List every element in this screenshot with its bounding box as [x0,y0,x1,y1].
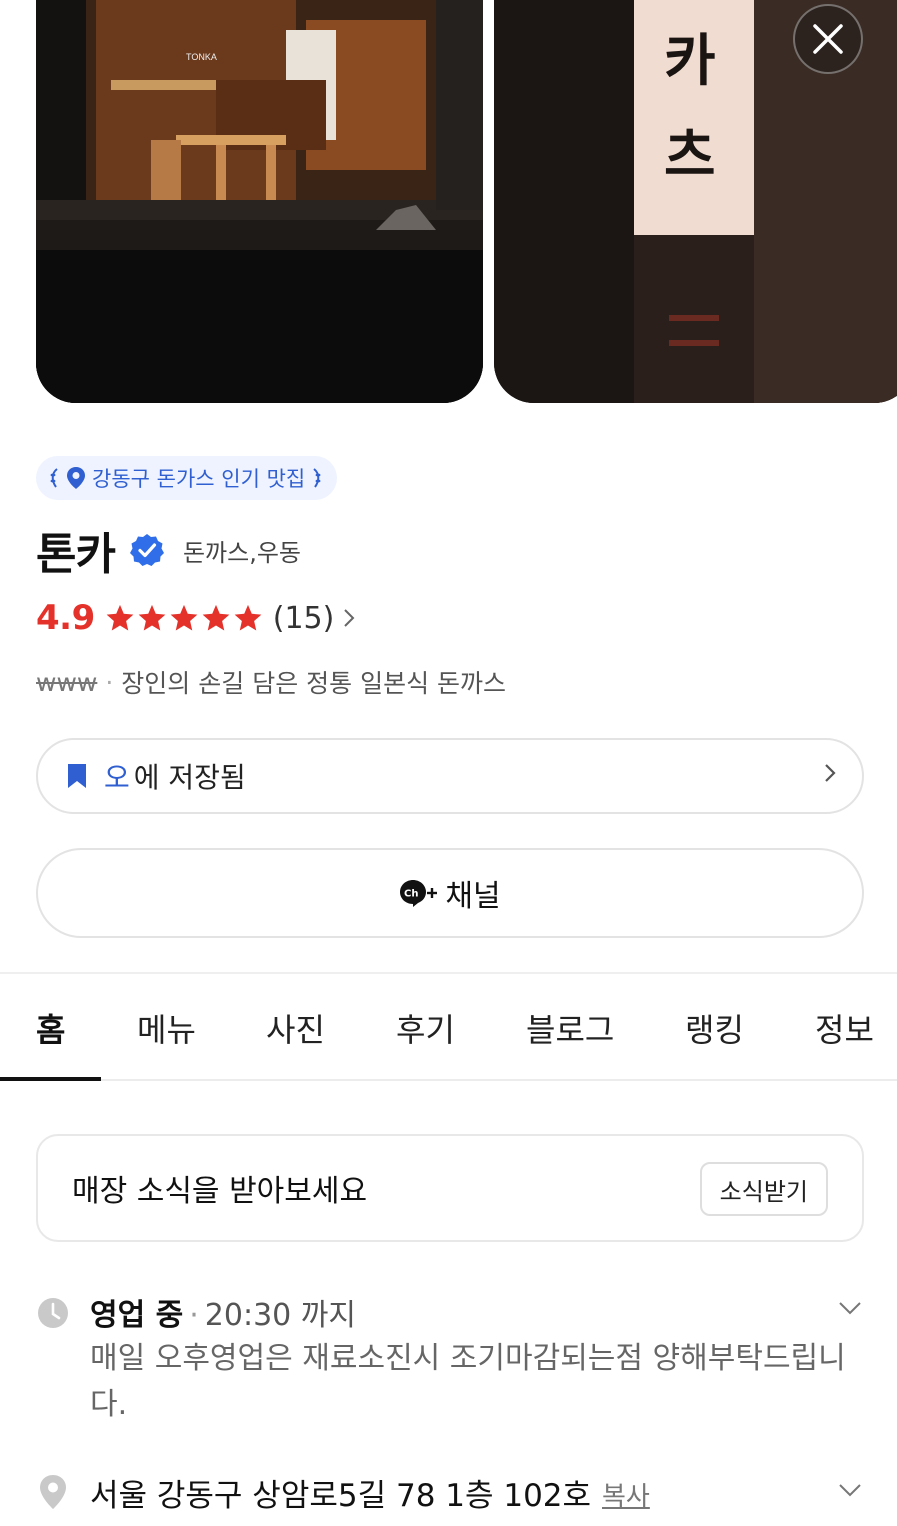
tab-reviews[interactable]: 후기 [396,1005,455,1051]
badge-label: 강동구 돈가스 인기 맛집 [92,467,306,491]
kakao-channel-icon: Ch [400,880,438,907]
bookmark-icon [68,764,86,788]
tab-home[interactable]: 홈 [36,1005,65,1051]
tab-ranking[interactable]: 랭킹 [685,1005,744,1051]
tab-info[interactable]: 정보 [815,1005,874,1051]
channel-label: 채널 [445,879,501,914]
saved-folder-button[interactable]: 오 에 저장됨 [36,738,864,814]
address-text: 서울 강동구 상암로5길 78 1층 102호 [90,1478,592,1514]
place-category: 돈까스,우동 [182,538,301,567]
place-title-row: 톤카 돈까스,우동 [36,518,301,582]
storefront-photo[interactable]: TONKA [36,0,483,403]
tab-menu[interactable]: 메뉴 [137,1005,196,1051]
description-row: www · 장인의 손길 담은 정통 일본식 돈까스 [36,664,506,700]
hours-summary: 영업 중 · 20:30 까지 [90,1290,356,1334]
chevron-down-icon[interactable] [836,1294,864,1322]
photo-gallery[interactable]: TONKA 카 츠 [0,0,897,404]
chevron-right-icon [344,609,355,627]
chevron-right-icon [825,764,836,782]
rating-row[interactable]: 4.9 (15) [36,598,356,638]
place-description: 장인의 손길 담은 정통 일본식 돈까스 [121,669,507,698]
news-prompt: 매장 소식을 받아보세요 [72,1174,368,1209]
star-icon [106,604,134,631]
clock-icon [38,1298,68,1328]
subscribe-button[interactable]: 소식받기 [699,1162,828,1216]
rating-score: 4.9 [36,598,95,638]
open-status: 영업 중 [90,1298,184,1333]
saved-folder-suffix: 에 저장됨 [133,761,246,794]
laurel-left-icon [50,468,58,488]
tonka-sign-text: TONKA [186,52,217,62]
verified-icon [129,534,164,566]
channel-button[interactable]: Ch 채널 [36,848,864,938]
closing-time: 20:30 까지 [204,1298,356,1333]
signboard-char-1: 카 [664,29,716,94]
separator-dot: · [105,667,114,697]
star-icon [170,604,198,631]
signboard-char-2: 츠 [664,124,716,189]
tab-photos[interactable]: 사진 [266,1005,325,1051]
hours-note: 매일 오후영업은 재료소진시 조기마감되는점 양해부탁드립니다. [90,1341,846,1422]
chevron-down-icon[interactable] [836,1476,864,1504]
star-icon [138,604,166,631]
place-name: 톤카 [36,529,116,580]
star-icon [234,604,262,631]
star-icon [202,604,230,631]
news-subscribe-card: 매장 소식을 받아보세요 소식받기 [36,1134,864,1242]
saved-folder-name: 오 [104,761,130,794]
review-count[interactable]: (15) [273,601,335,636]
website-link[interactable]: www [36,668,97,697]
star-rating [105,603,263,633]
storefront-illustration: TONKA [36,0,483,403]
popular-badge[interactable]: 강동구 돈가스 인기 맛집 [36,456,338,500]
active-tab-indicator [0,1077,101,1081]
tab-blog[interactable]: 블로그 [526,1005,614,1051]
svg-text:Ch: Ch [404,889,418,900]
copy-address-link[interactable]: 복사 [602,1476,650,1513]
laurel-right-icon [313,468,321,488]
hours-separator: · [189,1298,199,1333]
tab-bar: 홈 메뉴 사진 후기 블로그 랭킹 정보 [0,975,897,1081]
location-pin-icon [67,467,85,489]
section-divider [0,972,897,974]
close-button[interactable] [793,4,863,74]
map-pin-icon [40,1475,66,1509]
close-icon [813,24,843,54]
